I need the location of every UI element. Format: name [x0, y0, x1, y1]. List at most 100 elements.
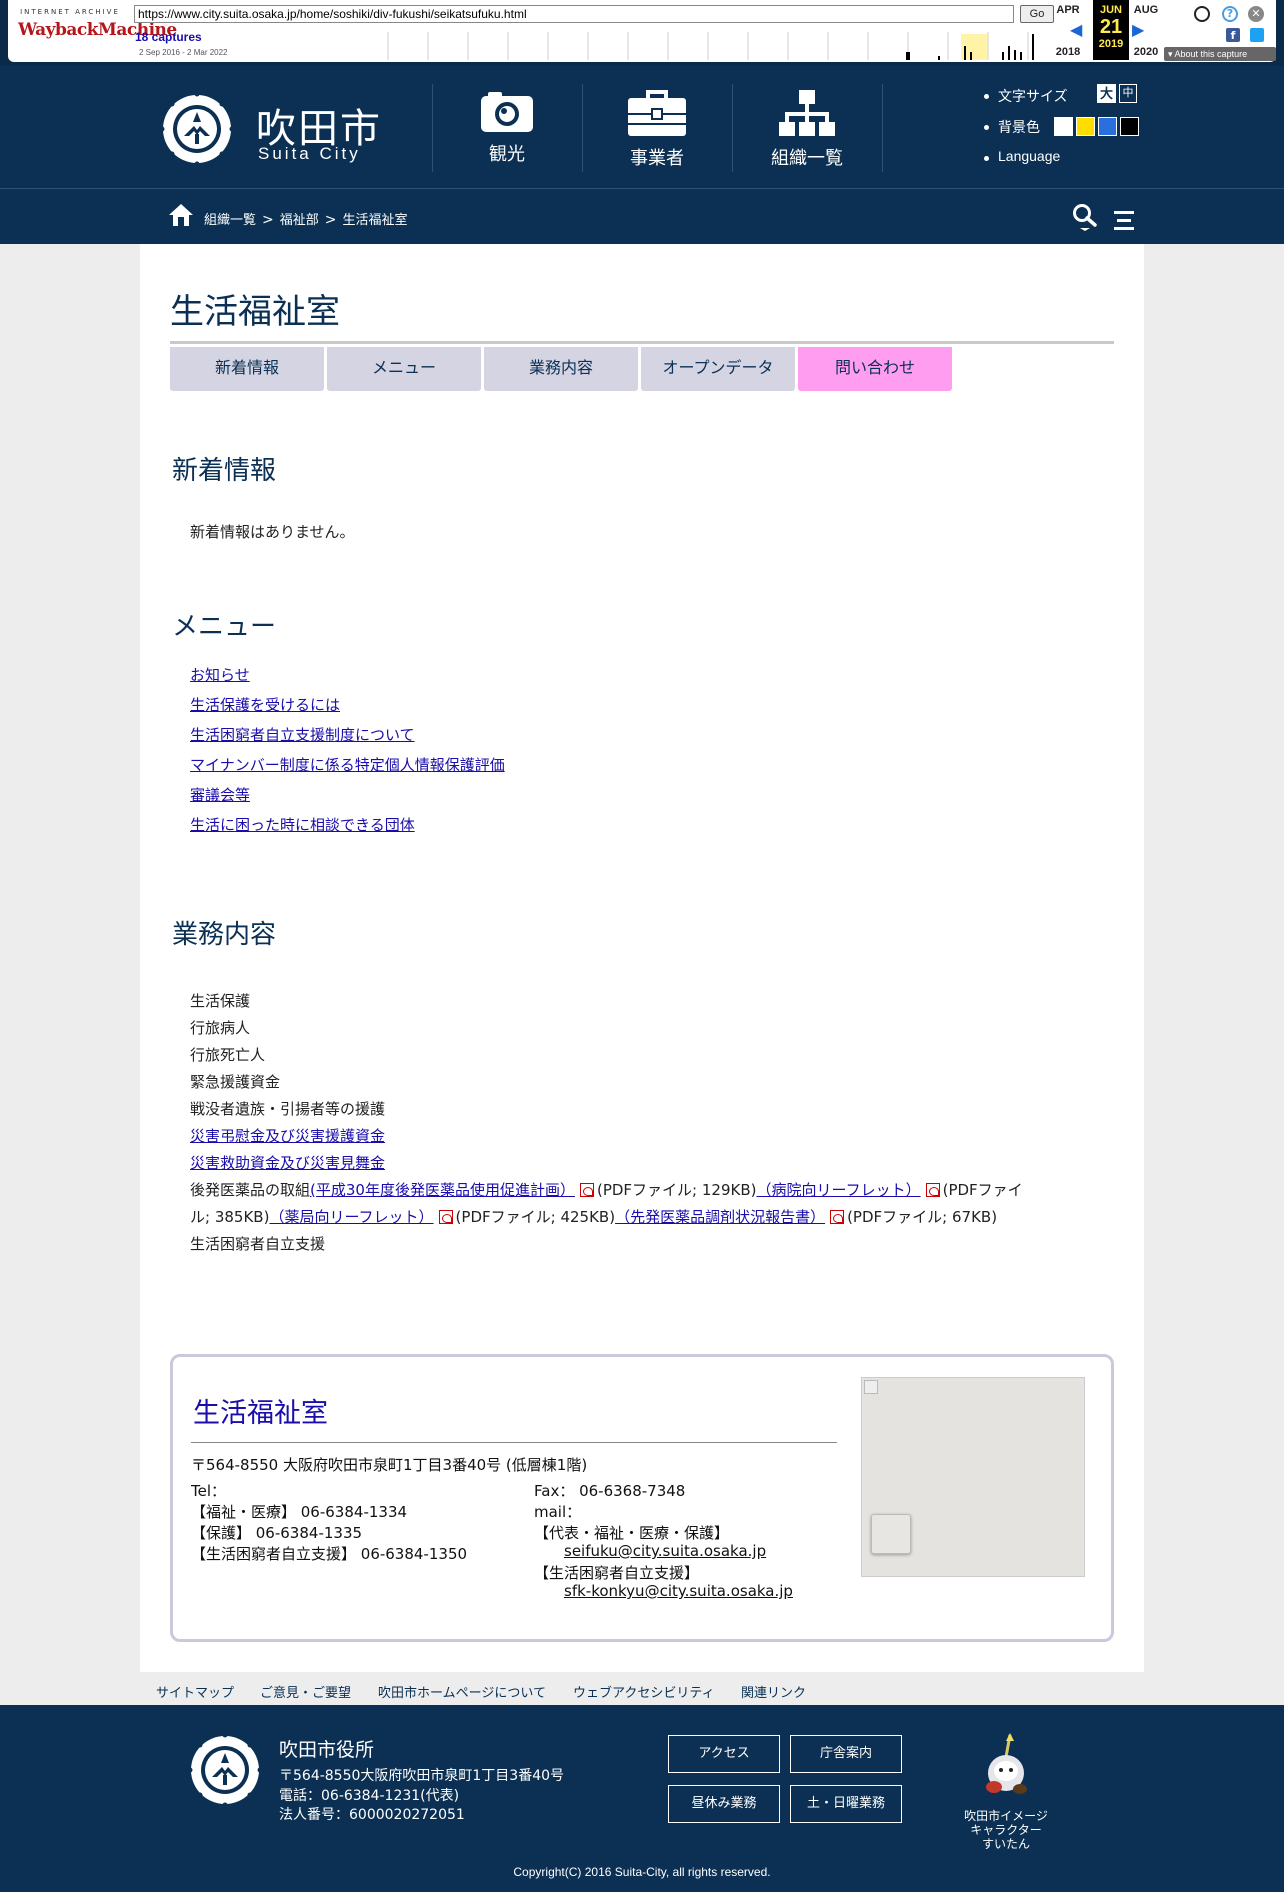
bg-black-button[interactable]	[1120, 117, 1139, 136]
tel-self-reliance: 【生活困窮者自立支援】 06-6384-1350	[191, 1545, 468, 1563]
contact-title[interactable]: 生活福祉室	[193, 1391, 328, 1430]
search-icon[interactable]	[1072, 203, 1098, 231]
wayback-cur-month: JUN	[1099, 4, 1122, 16]
help-icon[interactable]: ?	[1222, 6, 1238, 22]
wayback-next-month[interactable]: AUG	[1131, 4, 1161, 16]
wayback-url-input[interactable]: https://www.city.suita.osaka.jp/home/sos…	[134, 5, 1014, 23]
weekend-service-button[interactable]: 土・日曜業務	[790, 1785, 902, 1823]
hamburger-menu-icon[interactable]	[1112, 209, 1136, 235]
generic-drugs-prefix: 後発医薬品の取組	[190, 1181, 311, 1199]
building-guide-button[interactable]: 庁舎案内	[790, 1735, 902, 1773]
title-divider	[170, 341, 1114, 344]
site-footer: 吹田市役所 〒564-8550大阪府吹田市泉町1丁目3番40号 電話：06-63…	[0, 1705, 1284, 1892]
menu-link-consultation[interactable]: 生活に困った時に相談できる団体	[190, 814, 415, 835]
mascot-caption: すいたん	[981, 1837, 1030, 1851]
wayback-next-year[interactable]: 2020	[1131, 46, 1161, 58]
font-large-button[interactable]: 大	[1097, 84, 1116, 103]
tab-menu[interactable]: メニュー	[327, 347, 481, 391]
pdf-size: (PDFファイル; 67KB)	[847, 1208, 998, 1226]
wayback-about-label: About this capture	[1174, 49, 1248, 59]
wayback-panel: INTERNET ARCHIVE WaybackMachine https://…	[8, 0, 1276, 62]
wayback-toolbar: INTERNET ARCHIVE WaybackMachine https://…	[0, 0, 1284, 66]
prev-arrow-icon[interactable]: ◀	[1070, 20, 1082, 39]
breadcrumb: 組織一覧 > 福祉部 > 生活福祉室	[204, 209, 408, 228]
briefcase-icon	[628, 90, 686, 136]
footer-link-about[interactable]: 吹田市ホームページについて	[378, 1682, 546, 1701]
mail2-link[interactable]: sfk-konkyu@city.suita.osaka.jp	[564, 1582, 793, 1600]
work-link-disaster-relief[interactable]: 災害救助資金及び災害見舞金	[190, 1152, 385, 1173]
footer-org-name: 吹田市役所	[279, 1739, 375, 1761]
breadcrumb-welfare[interactable]: 福祉部	[280, 213, 319, 228]
font-medium-button[interactable]: 中	[1119, 84, 1137, 103]
mascot-suitan-icon[interactable]	[980, 1733, 1032, 1797]
tel-protection: 【保護】 06-6384-1335	[191, 1524, 363, 1542]
work-link-disaster-condolence[interactable]: 災害弔慰金及び災害援護資金	[190, 1125, 385, 1146]
nav-business[interactable]: 事業者	[583, 84, 731, 172]
pharmacy-leaflet-link[interactable]: （薬局向リーフレット）	[269, 1208, 433, 1226]
tab-work[interactable]: 業務内容	[484, 347, 638, 391]
breadcrumb-current: 生活福祉室	[342, 213, 408, 228]
bg-white-button[interactable]	[1054, 117, 1073, 136]
tab-news[interactable]: 新着情報	[170, 347, 324, 391]
nav-organization[interactable]: 組織一覧	[733, 84, 881, 172]
mail-label: mail：	[534, 1503, 582, 1521]
work-heading: 業務内容	[172, 920, 277, 950]
map-control-button[interactable]	[871, 1514, 911, 1554]
wayback-logo[interactable]: INTERNET ARCHIVE WaybackMachine	[18, 8, 177, 52]
footer-address: 〒564-8550大阪府吹田市泉町1丁目3番40号	[279, 1768, 565, 1784]
page-title: 生活福祉室	[170, 292, 340, 332]
breadcrumb-bar: 組織一覧 > 福祉部 > 生活福祉室	[0, 188, 1284, 244]
main-content: 生活福祉室 新着情報 メニュー 業務内容 オープンデータ 問い合わせ 新着情報 …	[140, 244, 1144, 1672]
home-icon[interactable]	[168, 203, 194, 227]
twitter-icon[interactable]	[1250, 28, 1264, 42]
fax-number: Fax： 06-6368-7348	[534, 1482, 686, 1500]
wayback-about-button[interactable]: ▾ About this capture	[1164, 47, 1276, 61]
menu-link-notices[interactable]: お知らせ	[190, 664, 250, 685]
wayback-logo-top: INTERNET ARCHIVE	[20, 8, 120, 16]
wayback-prev-month[interactable]: APR	[1053, 4, 1083, 16]
city-emblem-icon[interactable]	[160, 92, 234, 166]
access-button[interactable]: アクセス	[668, 1735, 780, 1773]
pdf-size: (PDFファイル; 425KB)	[455, 1208, 616, 1226]
generic-plan-link[interactable]: (平成30年度後発医薬品使用促進計画）	[310, 1181, 575, 1199]
pdf-size: (PDFファイル; 129KB)	[596, 1181, 757, 1199]
pdf-icon	[579, 1183, 594, 1197]
bullet	[984, 125, 989, 130]
wayback-captures-link[interactable]: 18 captures	[135, 30, 202, 44]
contact-box: 生活福祉室 〒564-8550 大阪府吹田市泉町1丁目3番40号 (低層棟1階)…	[170, 1354, 1114, 1642]
map-broken-image-icon	[864, 1380, 878, 1394]
language-link[interactable]: Language	[998, 148, 1060, 164]
generic-drugs-line1: 後発医薬品の取組(平成30年度後発医薬品使用促進計画） (PDFファイル; 129…	[190, 1179, 1023, 1200]
wayback-go-button[interactable]: Go	[1020, 5, 1054, 23]
tab-open-data[interactable]: オープンデータ	[641, 347, 795, 391]
wayback-sparkline[interactable]	[378, 32, 1043, 60]
menu-link-receive-assistance[interactable]: 生活保護を受けるには	[190, 694, 340, 715]
lunch-service-button[interactable]: 昼休み業務	[668, 1785, 780, 1823]
user-icon[interactable]	[1194, 6, 1210, 22]
menu-link-council[interactable]: 審議会等	[190, 784, 250, 805]
facebook-icon[interactable]: f	[1226, 28, 1240, 42]
nav-tourism[interactable]: 観光	[433, 84, 581, 172]
nav-divider	[882, 84, 883, 172]
breadcrumb-organization[interactable]: 組織一覧	[204, 213, 256, 228]
next-arrow-icon[interactable]: ▶	[1132, 20, 1144, 39]
menu-link-mynumber[interactable]: マイナンバー制度に係る特定個人情報保護評価	[190, 754, 505, 775]
close-icon[interactable]: ✕	[1248, 6, 1264, 22]
brand-drug-report-link[interactable]: （先発医薬品調剤状況報告書）	[615, 1208, 825, 1226]
bg-yellow-button[interactable]	[1076, 117, 1095, 136]
wayback-cur-year: 2019	[1098, 38, 1124, 50]
footer-link-feedback[interactable]: ご意見・ご要望	[260, 1682, 351, 1701]
footer-link-sitemap[interactable]: サイトマップ	[156, 1682, 234, 1701]
menu-link-self-reliance[interactable]: 生活困窮者自立支援制度について	[190, 724, 415, 745]
bg-blue-button[interactable]	[1098, 117, 1117, 136]
footer-link-accessibility[interactable]: ウェブアクセシビリティ	[573, 1682, 715, 1701]
wayback-current-date: JUN 21 2019	[1093, 0, 1129, 60]
wayback-prev-year[interactable]: 2018	[1053, 46, 1083, 58]
hospital-leaflet-link[interactable]: （病院向リーフレット）	[756, 1181, 920, 1199]
tab-contact[interactable]: 問い合わせ	[798, 347, 952, 391]
footer-link-related[interactable]: 関連リンク	[741, 1682, 806, 1701]
mail1-link[interactable]: seifuku@city.suita.osaka.jp	[564, 1542, 766, 1560]
news-heading: 新着情報	[172, 456, 277, 486]
map-embed[interactable]	[861, 1377, 1085, 1577]
nav-business-label: 事業者	[630, 148, 684, 169]
